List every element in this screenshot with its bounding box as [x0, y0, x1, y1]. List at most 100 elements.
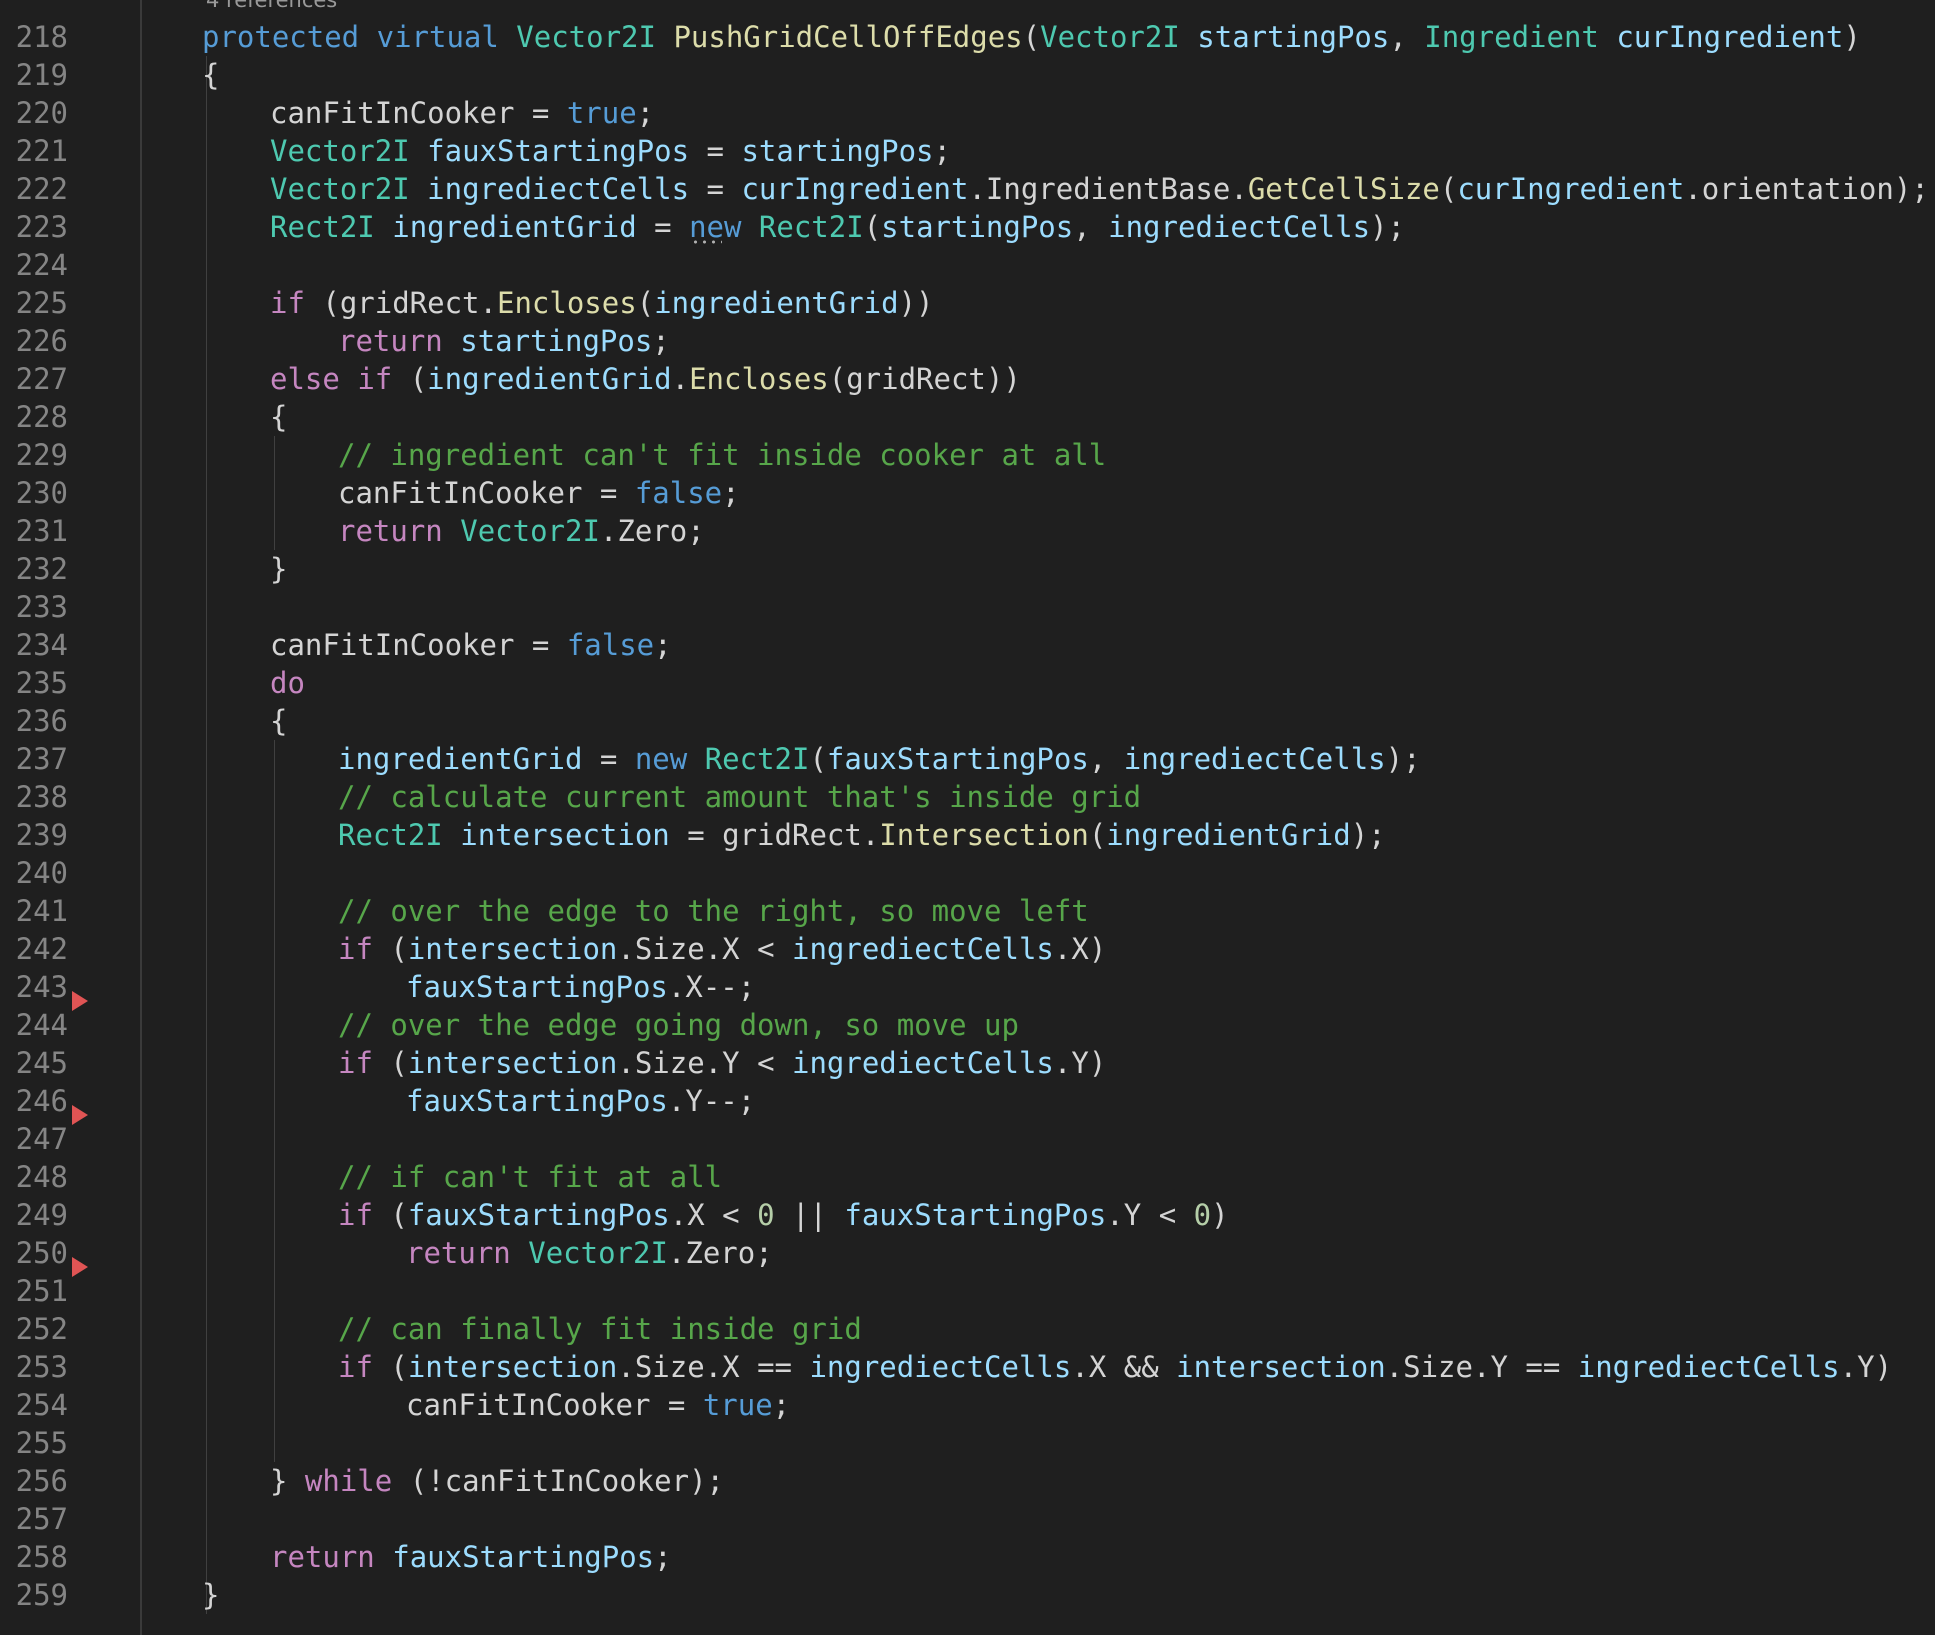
code-token: --; [702, 970, 756, 1004]
code-line[interactable]: 242 if (intersection.Size.X < ingrediectC… [0, 930, 1935, 968]
code-line[interactable]: 247 [0, 1120, 1935, 1158]
code-line[interactable]: 243 fauxStartingPos.X--; [0, 968, 1935, 1011]
code-token: Vector2I [528, 1236, 668, 1270]
code-token: startingPos [741, 134, 934, 168]
line-code: if (intersection.Size.X == ingrediectCel… [338, 1348, 1892, 1386]
code-token: ingrediectCells [809, 1350, 1072, 1384]
code-line[interactable]: 228 { [0, 398, 1935, 436]
code-line[interactable]: 226 return startingPos; [0, 322, 1935, 360]
code-line[interactable]: 222 Vector2I ingrediectCells = curIngredi… [0, 170, 1935, 208]
line-number: 222 [15, 172, 68, 206]
line-code: fauxStartingPos.X--; [406, 968, 755, 1006]
codelens-references-link[interactable]: 4 references [206, 0, 337, 14]
code-token: ingrediectCells [792, 1046, 1054, 1080]
code-line[interactable]: 229 // ingredient can't fit inside cooker… [0, 436, 1935, 474]
code-line[interactable]: 250 return Vector2I.Zero; [0, 1234, 1935, 1277]
code-line[interactable]: 245 if (intersection.Size.Y < ingrediectC… [0, 1044, 1935, 1082]
line-code: return startingPos; [338, 322, 670, 360]
code-token: . [968, 172, 986, 206]
code-line[interactable]: 223 Rect2I ingredientGrid = new Rect2I(st… [0, 208, 1935, 246]
line-number: 241 [15, 894, 68, 928]
code-line[interactable]: 240 [0, 854, 1935, 892]
code-line[interactable]: 256} while (!canFitInCooker); [0, 1462, 1935, 1500]
line-number: 235 [15, 666, 68, 700]
code-line[interactable]: 236 { [0, 702, 1935, 740]
code-line[interactable]: 224 [0, 246, 1935, 284]
code-token: Zero [685, 1236, 756, 1270]
code-token: intersection [407, 1350, 618, 1384]
code-token: new [689, 210, 742, 244]
code-line[interactable]: 251 [0, 1272, 1935, 1310]
code-token: && [1106, 1350, 1177, 1384]
code-line[interactable]: 253 if (intersection.Size.X == ingrediect… [0, 1348, 1935, 1386]
code-token: Rect2I [338, 818, 443, 852]
code-line[interactable]: 246 fauxStartingPos.Y--; [0, 1082, 1935, 1125]
code-token: // if can't fit at all [338, 1160, 723, 1194]
code-line[interactable]: 244 // over the edge going down, so move … [0, 1006, 1935, 1044]
line-number: 256 [15, 1464, 68, 1498]
code-line[interactable]: 230 canFitInCooker = false; [0, 474, 1935, 512]
code-token: . [704, 1046, 723, 1080]
code-line[interactable]: 232} [0, 550, 1935, 588]
code-line[interactable]: 239 Rect2I intersection = gridRect.Inters… [0, 816, 1935, 854]
code-token: fauxStartingPos [427, 134, 690, 168]
code-line[interactable]: 219 { [0, 56, 1935, 94]
code-line[interactable]: 258 return fauxStartingPos; [0, 1538, 1935, 1576]
code-line[interactable]: 231 return Vector2I.Zero; [0, 512, 1935, 550]
code-token: Y [1490, 1350, 1508, 1384]
code-token: 0 [757, 1198, 775, 1232]
code-token: fauxStartingPos [844, 1198, 1107, 1232]
code-token: = [689, 134, 742, 168]
code-line[interactable]: 234 canFitInCooker = false; [0, 626, 1935, 664]
line-code: { [202, 56, 219, 94]
code-token: )) [985, 362, 1021, 396]
line-number: 238 [15, 780, 68, 814]
code-token: } [270, 1464, 305, 1498]
code-line[interactable]: 252 // can finally fit inside grid [0, 1310, 1935, 1348]
code-line[interactable]: 259} [0, 1576, 1935, 1614]
code-line[interactable]: 255 [0, 1424, 1935, 1462]
code-line[interactable]: 233 [0, 588, 1935, 626]
code-token: intersection [407, 1046, 618, 1080]
code-token: . [1385, 1350, 1404, 1384]
line-number: 258 [15, 1540, 68, 1574]
line-code: // calculate current amount that's insid… [338, 778, 1141, 816]
code-line[interactable]: 238 // calculate current amount that's in… [0, 778, 1935, 816]
code-line[interactable]: 249 if (fauxStartingPos.X < 0 || fauxStar… [0, 1196, 1935, 1234]
code-token: . [861, 818, 880, 852]
code-token: ( [863, 210, 882, 244]
code-token: { [202, 58, 220, 92]
code-token: Rect2I [270, 210, 375, 244]
line-number: 218 [15, 20, 68, 54]
code-line[interactable]: 227 else if (ingredientGrid.Encloses(grid… [0, 360, 1935, 398]
code-line[interactable]: 218 protected virtual Vector2I PushGridCe… [0, 18, 1935, 56]
code-token: // calculate current amount that's insid… [338, 780, 1142, 814]
line-code: Rect2I ingredientGrid = new Rect2I(start… [270, 208, 1405, 246]
code-line[interactable]: 235 do [0, 664, 1935, 702]
code-editor[interactable]: 4 references 218 protected virtual Vector… [0, 0, 1935, 1635]
code-line[interactable]: 221 Vector2I fauxStartingPos = startingPo… [0, 132, 1935, 170]
code-token: X [1088, 1350, 1107, 1384]
code-token: ( [372, 1046, 408, 1080]
code-line[interactable]: 220 canFitInCooker = true; [0, 94, 1935, 132]
line-code: // over the edge going down, so move up [338, 1006, 1019, 1044]
code-line[interactable]: 225 if (gridRect.Encloses(ingredientGrid)… [0, 284, 1935, 322]
code-token: intersection [460, 818, 670, 852]
code-token: = [514, 628, 567, 662]
code-token: ( [809, 742, 827, 776]
line-number: 219 [15, 58, 68, 92]
code-token: ; [654, 1540, 672, 1574]
code-line[interactable]: 241 // over the edge to the right, so mov… [0, 892, 1935, 930]
code-line[interactable]: 248 // if can't fit at all [0, 1158, 1935, 1196]
code-token: Ingredient [1424, 20, 1599, 54]
code-token: Size [634, 932, 705, 966]
code-line[interactable]: 254 canFitInCooker = true; [0, 1386, 1935, 1424]
code-token: ingrediectCells [1123, 742, 1386, 776]
code-token: true [702, 1388, 773, 1422]
line-number: 221 [15, 134, 68, 168]
code-line[interactable]: 237 ingredientGrid = new Rect2I(fauxStart… [0, 740, 1935, 778]
code-line[interactable]: 257 [0, 1500, 1935, 1538]
